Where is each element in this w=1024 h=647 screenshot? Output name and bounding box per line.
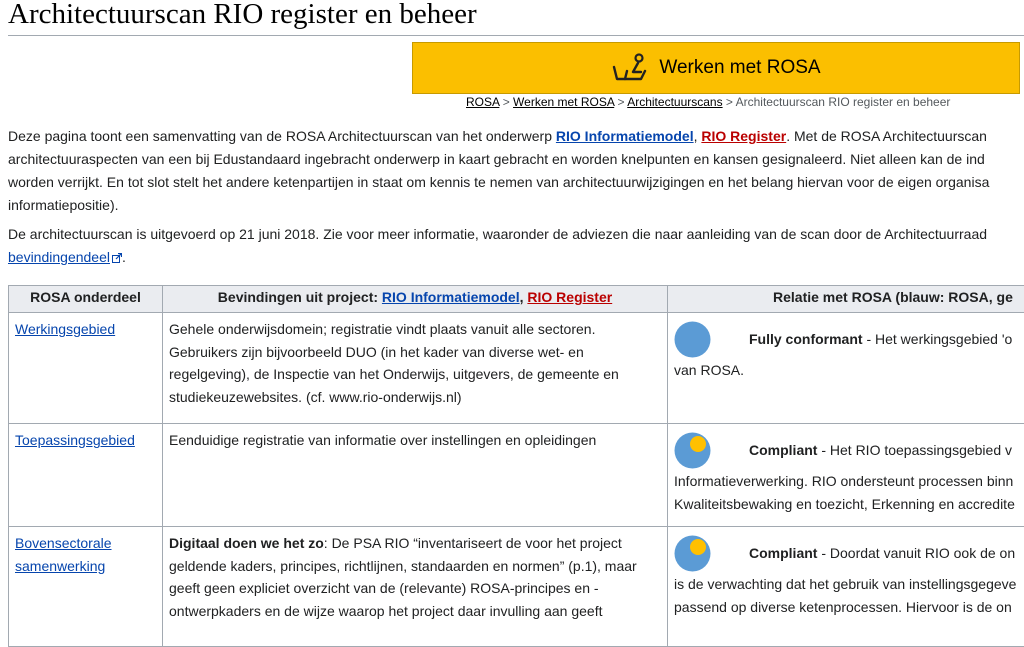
header-rio-informatiemodel-link[interactable]: RIO Informatiemodel	[382, 289, 520, 305]
finding-line: Gebruikers zijn bijvoorbeeld DUO (in het…	[169, 341, 661, 364]
finding-line: Gehele onderwijsdomein; registratie vind…	[169, 318, 661, 341]
werken-met-rosa-banner[interactable]: Werken met ROSA	[412, 42, 1020, 94]
col-header-text: Bevindingen uit project:	[218, 289, 382, 305]
link-line: samenwerking	[15, 558, 105, 574]
finding-line: geldende kaders, principes, richtlijnen,…	[169, 555, 661, 578]
intro-text: . Met de ROSA Architectuurscan	[786, 128, 987, 144]
table-row: Toepassingsgebied Eenduidige registratie…	[9, 424, 1024, 527]
relation-text: Compliant - Het RIO toepassingsgebied v	[749, 439, 1012, 462]
intro-text: Deze pagina toont een samenvatting van d…	[8, 128, 556, 144]
rio-informatiemodel-link[interactable]: RIO Informatiemodel	[556, 128, 694, 144]
fully-conformant-circle-icon	[674, 321, 711, 358]
relation-heading: Compliant - Doordat vanuit RIO ook de on	[674, 533, 1024, 573]
breadcrumb-rosa[interactable]: ROSA	[466, 95, 499, 109]
header-rio-register-link[interactable]: RIO Register	[527, 289, 612, 305]
relation-text: Compliant - Doordat vanuit RIO ook de on	[749, 542, 1015, 565]
cell-bevinding: Eenduidige registratie van informatie ov…	[163, 424, 668, 527]
findings-table: ROSA onderdeel Bevindingen uit project: …	[8, 285, 1024, 647]
breadcrumb-architectuurscans[interactable]: Architectuurscans	[627, 95, 722, 109]
finding-text: : De PSA RIO “inventariseert de voor het…	[324, 535, 622, 551]
title-divider	[8, 35, 1024, 36]
relation-text: Fully conformant - Het werkingsgebied 'o	[749, 328, 1012, 351]
col-header-bevindingen: Bevindingen uit project: RIO Informatiem…	[163, 286, 668, 313]
relation-line: is de verwachting dat het gebruik van in…	[674, 573, 1024, 596]
relation-line: van ROSA.	[674, 359, 1024, 382]
col-header-relatie: Relatie met ROSA (blauw: ROSA, ge	[668, 286, 1024, 313]
relation-description: - Doordat vanuit RIO ook de on	[817, 545, 1015, 561]
cell-onderdeel: Bovensectorale samenwerking	[9, 527, 163, 647]
page-title: Architectuurscan RIO register en beheer	[8, 0, 477, 34]
table-header-row: ROSA onderdeel Bevindingen uit project: …	[9, 286, 1024, 313]
relation-status: Compliant	[749, 442, 817, 458]
relation-description: - Het RIO toepassingsgebied v	[817, 442, 1012, 458]
compliant-circle-icon	[674, 432, 711, 469]
finding-line: geeft geen expliciet overzicht van de (r…	[169, 577, 661, 600]
finding-line: Eenduidige registratie van informatie ov…	[169, 429, 661, 452]
cell-onderdeel: Toepassingsgebied	[9, 424, 163, 527]
breadcrumb-werken-met-rosa[interactable]: Werken met ROSA	[513, 95, 614, 109]
cell-relatie: Compliant - Doordat vanuit RIO ook de on…	[668, 527, 1024, 647]
finding-bold: Digitaal doen we het zo	[169, 535, 324, 551]
relation-description: - Het werkingsgebied 'o	[863, 331, 1013, 347]
breadcrumb-separator: >	[499, 95, 513, 109]
scan-info-end: .	[122, 249, 126, 265]
link-line: Bovensectorale	[15, 535, 112, 551]
breadcrumb-separator: >	[723, 95, 736, 109]
cell-bevinding: Digitaal doen we het zo: De PSA RIO “inv…	[163, 527, 668, 647]
intro-line-4: informatiepositie).	[8, 194, 119, 217]
relation-status: Compliant	[749, 545, 817, 561]
cell-relatie: Compliant - Het RIO toepassingsgebied v …	[668, 424, 1024, 527]
finding-line: studiekeuzewebsites. (cf. www.rio-onderw…	[169, 386, 661, 409]
intro-line-2: architectuuraspecten van een bij Edustan…	[8, 148, 985, 171]
intro-line-1: Deze pagina toont een samenvatting van d…	[8, 125, 987, 148]
relation-status: Fully conformant	[749, 331, 863, 347]
toepassingsgebied-link[interactable]: Toepassingsgebied	[15, 432, 135, 448]
relation-line: passend op diverse ketenprocessen. Hierv…	[674, 596, 1024, 619]
compliant-circle-icon	[674, 535, 711, 572]
scan-info-line-2: bevindingendeel.	[8, 246, 126, 269]
bevindingendeel-link[interactable]: bevindingendeel	[8, 249, 110, 265]
relation-heading: Fully conformant - Het werkingsgebied 'o	[674, 319, 1024, 359]
bovensectorale-samenwerking-link[interactable]: Bovensectorale samenwerking	[15, 535, 112, 574]
relation-heading: Compliant - Het RIO toepassingsgebied v	[674, 430, 1024, 470]
scan-info-line-1: De architectuurscan is uitgevoerd op 21 …	[8, 223, 987, 246]
banner-label: Werken met ROSA	[659, 57, 820, 79]
breadcrumb-current: Architectuurscan RIO register en beheer	[736, 95, 951, 109]
table-row: Werkingsgebied Gehele onderwijsdomein; r…	[9, 313, 1024, 424]
table-row: Bovensectorale samenwerking Digitaal doen…	[9, 527, 1024, 647]
intro-line-3: worden verrijkt. En tot slot stelt het a…	[8, 171, 989, 194]
col-header-rosa-onderdeel: ROSA onderdeel	[9, 286, 163, 313]
external-link-icon	[112, 253, 122, 263]
finding-line: regelgeving), de Inspectie van het Onder…	[169, 363, 661, 386]
breadcrumb-separator: >	[614, 95, 627, 109]
relation-line: Kwaliteitsbewaking en toezicht, Erkennin…	[674, 493, 1024, 516]
rio-register-link[interactable]: RIO Register	[701, 128, 786, 144]
werkingsgebied-link[interactable]: Werkingsgebied	[15, 321, 115, 337]
person-at-desk-icon	[611, 53, 647, 83]
finding-line: ontwerpkaders en de wijze waarop het pro…	[169, 600, 661, 623]
cell-relatie: Fully conformant - Het werkingsgebied 'o…	[668, 313, 1024, 424]
finding-line: Digitaal doen we het zo: De PSA RIO “inv…	[169, 532, 661, 555]
cell-onderdeel: Werkingsgebied	[9, 313, 163, 424]
cell-bevinding: Gehele onderwijsdomein; registratie vind…	[163, 313, 668, 424]
relation-line: Informatieverwerking. RIO ondersteunt pr…	[674, 470, 1024, 493]
breadcrumb: ROSA > Werken met ROSA > Architectuursca…	[466, 95, 950, 109]
